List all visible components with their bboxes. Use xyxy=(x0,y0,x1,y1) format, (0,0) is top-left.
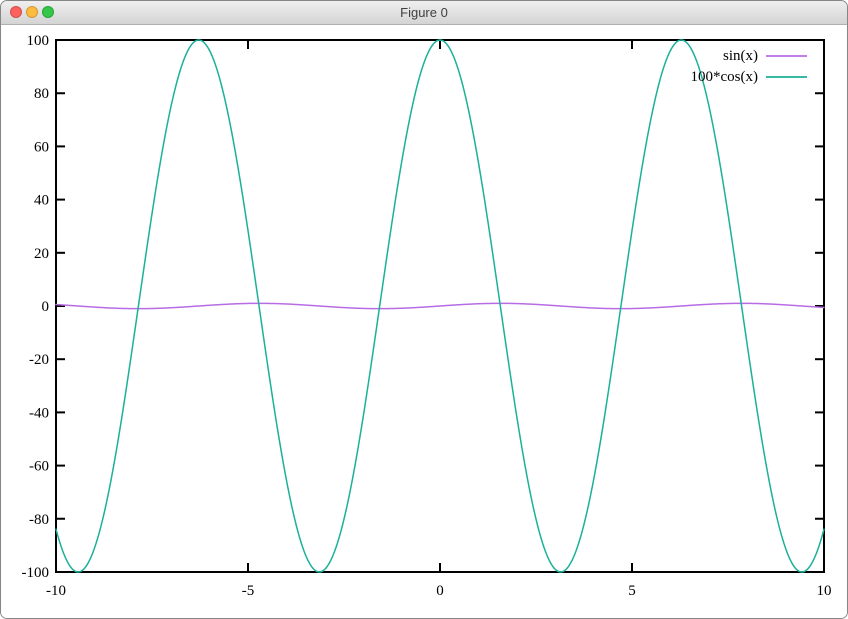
y-tick-label: -100 xyxy=(22,565,50,581)
x-tick-label: -5 xyxy=(242,583,255,599)
x-tick-label: 0 xyxy=(436,583,444,599)
y-tick-label: 100 xyxy=(27,33,50,49)
y-tick-label: -80 xyxy=(29,512,49,528)
plot-area: -10 -5 0 5 10 -100 -80 -60 -40 -20 0 20 40 60 80 100 sin… xyxy=(1,25,847,618)
x-tick-label: 10 xyxy=(817,583,832,599)
y-tick-label: 20 xyxy=(34,246,49,262)
x-tick-label: 5 xyxy=(628,583,636,599)
titlebar[interactable]: Figure 0 xyxy=(1,1,847,25)
y-tick-label: 40 xyxy=(34,193,49,209)
y-tick-label: -40 xyxy=(29,405,49,421)
y-tick-label: -20 xyxy=(29,352,49,368)
legend-label: 100*cos(x) xyxy=(691,69,759,85)
chart-canvas: -10 -5 0 5 10 -100 -80 -60 -40 -20 0 20 40 60 80 100 sin… xyxy=(1,25,847,619)
y-tick-label: 0 xyxy=(42,299,50,315)
y-tick-label: 80 xyxy=(34,86,49,102)
window-title: Figure 0 xyxy=(1,1,847,24)
gnuplot-window: Figure 0 -10 -5 0 5 10 -100 -80 -60 -40 -20 0 20 40 6… xyxy=(0,0,848,619)
y-tick-label: -60 xyxy=(29,459,49,475)
legend-label: sin(x) xyxy=(723,48,758,64)
series-line-sin xyxy=(56,303,824,308)
y-tick-label: 60 xyxy=(34,139,49,155)
x-tick-label: -10 xyxy=(46,583,66,599)
